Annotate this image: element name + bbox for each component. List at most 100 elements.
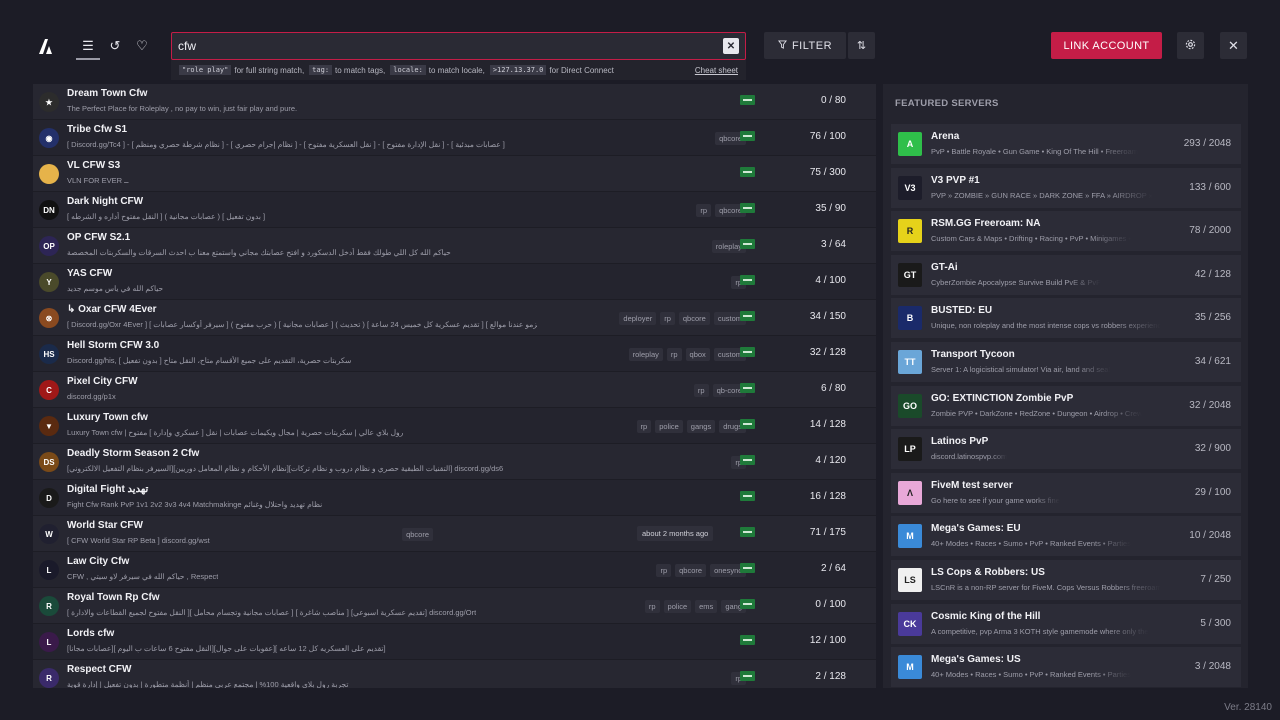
player-count: 76 / 100 bbox=[809, 131, 846, 142]
menu-icon: ☰ bbox=[82, 38, 94, 53]
server-row[interactable]: R Respect CFW تجربة رول بلاي واقعية 100% |… bbox=[33, 660, 876, 688]
featured-servers-panel: FEATURED SERVERS A Arena PvP • Battle Roya… bbox=[883, 84, 1248, 688]
settings-button[interactable] bbox=[1177, 32, 1204, 59]
filter-icon bbox=[777, 39, 787, 52]
featured-server-item[interactable]: V3 V3 PVP #1 PVP » ZOMBIE » GUN RACE » DAR… bbox=[891, 167, 1241, 208]
featured-player-count: 35 / 256 bbox=[1194, 312, 1231, 324]
featured-server-item[interactable]: GO GO: EXTINCTION Zombie PvP Zombie PVP • … bbox=[891, 385, 1241, 426]
featured-player-count: 32 / 900 bbox=[1194, 443, 1231, 455]
server-description: Fight Cfw Rank PvP 1v1 2v2 3v3 4v4 Match… bbox=[67, 500, 323, 509]
server-icon: W bbox=[39, 524, 59, 544]
featured-server-description: Server 1: A logicistical simulator! Via … bbox=[931, 364, 1111, 374]
server-row[interactable]: DN Dark Night CFW [ النقل مفتوح أداره و ال… bbox=[33, 192, 876, 228]
history-button[interactable]: ↺ bbox=[104, 35, 126, 57]
featured-server-item[interactable]: GT GT-Ai CyberZombie Apocalypse Survive Bu… bbox=[891, 254, 1241, 295]
server-tag[interactable]: police bbox=[655, 420, 683, 433]
featured-server-name: GO: EXTINCTION Zombie PvP bbox=[931, 392, 1074, 404]
server-row[interactable]: ⊗ ↳ Oxar CFW 4Ever [ Discord.gg/Oxr 4Ever … bbox=[33, 300, 876, 336]
server-icon: DS bbox=[39, 452, 59, 472]
server-tag[interactable]: rp bbox=[693, 384, 709, 397]
featured-server-icon: M bbox=[898, 655, 922, 680]
server-tag[interactable]: police bbox=[663, 600, 692, 613]
server-tag[interactable]: rp bbox=[644, 600, 660, 613]
featured-server-item[interactable]: M Mega's Games: US 40+ Modes • Races • Sum… bbox=[891, 647, 1241, 688]
server-tag[interactable]: deployer bbox=[619, 312, 657, 325]
server-tag[interactable]: gangs bbox=[686, 420, 716, 433]
server-icon: ⊗ bbox=[39, 308, 59, 328]
server-tag[interactable]: rp bbox=[666, 348, 682, 361]
server-row[interactable]: ★ Dream Town Cfw The Perfect Place for Rol… bbox=[33, 84, 876, 120]
last-seen-badge: about 2 months ago bbox=[637, 526, 714, 541]
search-input[interactable] bbox=[178, 39, 723, 53]
cheat-sheet-link[interactable]: Cheat sheet bbox=[695, 66, 738, 75]
sort-button[interactable]: ⇅ bbox=[848, 32, 875, 59]
server-name: VL CFW S3 bbox=[67, 160, 121, 171]
server-tag[interactable]: rp bbox=[636, 420, 652, 433]
featured-player-count: 34 / 621 bbox=[1194, 355, 1231, 367]
server-row[interactable]: ▼ Luxury Town cfw Luxury Town cfw | رول بل… bbox=[33, 408, 876, 444]
server-tag[interactable]: roleplay bbox=[628, 348, 663, 361]
server-row[interactable]: OP OP CFW S2.1 حياكم الله كل اللي طولك فقط… bbox=[33, 228, 876, 264]
locale-flag-icon bbox=[740, 275, 755, 285]
close-button[interactable]: ✕ bbox=[1220, 32, 1247, 59]
locale-flag-icon bbox=[740, 455, 755, 465]
server-description: [ النقل مفتوح لجميع القطاعات والادارة ][… bbox=[67, 608, 477, 617]
server-description: [ CFW World Star RP Beta ] discord.gg/ws… bbox=[67, 536, 210, 545]
featured-list: A Arena PvP • Battle Royale • Gun Game • K… bbox=[891, 124, 1241, 688]
featured-server-item[interactable]: Λ FiveM test server Go here to see if your… bbox=[891, 472, 1241, 513]
server-description: The Perfect Place for Roleplay , no pay … bbox=[67, 104, 298, 113]
server-tag[interactable]: qbcore bbox=[675, 564, 707, 577]
featured-server-item[interactable]: B BUSTED: EU Unique, non roleplay and the … bbox=[891, 298, 1241, 339]
featured-server-item[interactable]: A Arena PvP • Battle Royale • Gun Game • K… bbox=[891, 124, 1241, 164]
featured-player-count: 42 / 128 bbox=[1194, 268, 1231, 280]
server-tag[interactable]: ems bbox=[695, 600, 718, 613]
featured-server-icon: GO bbox=[898, 393, 922, 418]
servers-menu-button[interactable]: ☰ bbox=[77, 35, 99, 57]
close-icon: ✕ bbox=[1228, 37, 1239, 53]
server-row[interactable]: DS Deadly Storm Season 2 Cfw [السيرفر بنظا… bbox=[33, 444, 876, 480]
server-tag[interactable]: qbcore bbox=[678, 312, 710, 325]
featured-server-item[interactable]: CK Cosmic King of the Hill A competitive, … bbox=[891, 603, 1241, 644]
server-row[interactable]: L Law City Cfw CFW , حياكم الله في سيرفر ل… bbox=[33, 552, 876, 588]
server-row[interactable]: VL CFW S3 VLN FOR EVER ــ 75 / 300 bbox=[33, 156, 876, 192]
player-count: 35 / 90 bbox=[815, 203, 846, 214]
filter-button[interactable]: FILTER bbox=[764, 32, 846, 59]
server-row[interactable]: ◉ Tribe Cfw S1 [ Discord.gg/Tc4 ] - [ نظام… bbox=[33, 120, 876, 156]
featured-server-description: PvP • Battle Royale • Gun Game • King Of… bbox=[931, 147, 1138, 156]
server-row[interactable]: R Royal Town Rp Cfw [ النقل مفتوح لجميع ال… bbox=[33, 588, 876, 624]
server-tags: rp qbcore bbox=[696, 204, 746, 217]
server-row[interactable]: L Lords cfw [عصابات مجانا][ النقل مفتوح 6 … bbox=[33, 624, 876, 660]
server-row[interactable]: Y YAS CFW حياكم الله في ياس موسم جديد rp 4 /… bbox=[33, 264, 876, 300]
clear-search-button[interactable]: ✕ bbox=[723, 38, 739, 54]
history-icon: ↺ bbox=[109, 38, 121, 53]
featured-server-item[interactable]: R RSM.GG Freeroam: NA Custom Cars & Maps •… bbox=[891, 211, 1241, 252]
hint-code: >127.13.37.0 bbox=[489, 65, 547, 75]
featured-server-item[interactable]: LP Latinos PvP discord.latinospvp.com 32 / … bbox=[891, 429, 1241, 470]
favorites-button[interactable]: ♡ bbox=[131, 35, 153, 57]
server-icon: HS bbox=[39, 344, 59, 364]
server-tag[interactable]: rp bbox=[696, 204, 712, 217]
server-row[interactable]: D Digital Fight تهديد Fight Cfw Rank PvP 1… bbox=[33, 480, 876, 516]
server-tag[interactable]: qbox bbox=[685, 348, 710, 361]
locale-flag-icon bbox=[740, 671, 755, 681]
server-name: World Star CFW bbox=[67, 520, 143, 531]
server-tag[interactable]: qbcore bbox=[402, 528, 433, 541]
featured-server-item[interactable]: M Mega's Games: EU 40+ Modes • Races • Sum… bbox=[891, 516, 1241, 557]
server-tag[interactable]: rp bbox=[656, 564, 672, 577]
link-account-button[interactable]: LINK ACCOUNT bbox=[1051, 32, 1162, 59]
locale-flag-icon bbox=[740, 203, 755, 213]
featured-server-icon: M bbox=[898, 524, 922, 549]
server-tag[interactable]: rp bbox=[660, 312, 675, 325]
featured-server-description: 40+ Modes • Races • Sumo • PvP • Ranked … bbox=[931, 539, 1131, 549]
server-name: Pixel City CFW bbox=[67, 376, 138, 387]
hint-text: for Direct Connect bbox=[549, 65, 614, 75]
player-count: 2 / 128 bbox=[815, 671, 846, 682]
server-row[interactable]: C Pixel City CFW discord.gg/p1x rp qb-core 6 … bbox=[33, 372, 876, 408]
featured-server-item[interactable]: TT Transport Tycoon Server 1: A logicistic… bbox=[891, 341, 1241, 382]
server-row[interactable]: W World Star CFW [ CFW World Star RP Beta … bbox=[33, 516, 876, 552]
hint-code: tag: bbox=[309, 65, 333, 75]
featured-server-item[interactable]: LS LS Cops & Robbers: US LSCnR is a non-RP… bbox=[891, 559, 1241, 600]
featured-server-name: V3 PVP #1 bbox=[931, 174, 980, 186]
featured-server-icon: Λ bbox=[898, 480, 922, 505]
server-row[interactable]: HS Hell Storm CFW 3.0 Discord.gg/his, سكرب… bbox=[33, 336, 876, 372]
